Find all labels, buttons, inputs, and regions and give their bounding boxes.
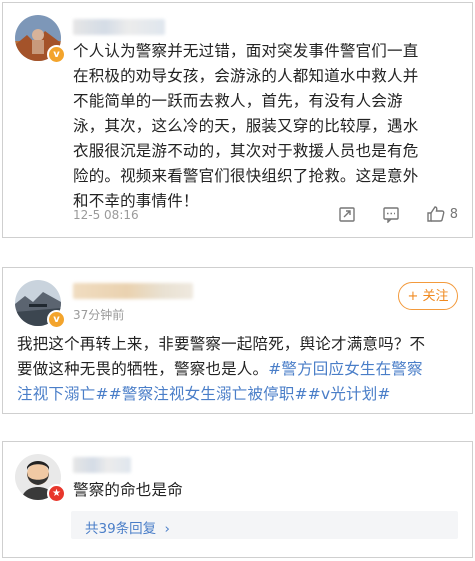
hashtag-link[interactable]: #警方回应女生在警察 — [268, 360, 423, 378]
timestamp: 12-5 08:16 — [73, 208, 139, 222]
comment-card-2: v 37分钟前 + 关注 我把这个再转上来，非要警察一起陪死，舆论才满意吗？不 … — [2, 267, 473, 414]
comment-card-3: ★ 警察的命也是命 共39条回复 › — [2, 441, 473, 558]
comment-line: 在积极的劝导女孩，会游泳的人都知道水中救人并 — [73, 67, 419, 85]
repost-icon[interactable] — [338, 205, 356, 223]
like-count: 8 — [449, 206, 458, 222]
comment-line: 不能简单的一跃而去救人，首先，有没有人会游 — [73, 92, 403, 110]
replies-label: 共39条回复 — [85, 521, 157, 537]
verified-badge-icon: v — [47, 45, 66, 64]
verified-badge-icon: v — [47, 310, 66, 329]
comment-icon[interactable] — [382, 205, 400, 223]
replies-link[interactable]: 共39条回复 › — [71, 511, 458, 539]
username-blurred[interactable] — [73, 283, 193, 299]
comment-card-1: v 个人认为警察并无过错，面对突发事件警官们一直 在积极的劝导女孩，会游泳的人都… — [2, 2, 473, 238]
comment-line: 衣服很沉是游不动的，其次对于救援人员也是有危 — [73, 142, 419, 160]
comment-line: 个人认为警察并无过错，面对突发事件警官们一直 — [73, 42, 419, 60]
comment-line: 险的。视频来看警官们很快组织了抢救。这是意外 — [73, 167, 419, 185]
action-bar: 8 — [338, 205, 458, 223]
follow-button[interactable]: + 关注 — [398, 282, 458, 310]
like-button[interactable]: 8 — [426, 205, 458, 223]
comment-line: 泳，其次，这么冷的天，服装又穿的比较厚，遇水 — [73, 117, 419, 135]
hashtag-link[interactable]: 注视下溺亡##警察注视女生溺亡被停职##v光计划# — [17, 382, 463, 407]
comment-line: 要做这种无畏的牺牲，警察也是人。#警方回应女生在警察 — [17, 357, 463, 382]
comment-line-text: 要做这种无畏的牺牲，警察也是人。 — [17, 360, 269, 378]
flag-badge-icon: ★ — [47, 484, 66, 503]
comment-text: 个人认为警察并无过错，面对突发事件警官们一直 在积极的劝导女孩，会游泳的人都知道… — [73, 39, 465, 214]
comment-line: 我把这个再转上来，非要警察一起陪死，舆论才满意吗？不 — [17, 335, 426, 353]
username-blurred[interactable] — [73, 457, 131, 473]
like-icon — [426, 205, 446, 223]
comment-text: 警察的命也是命 — [73, 481, 183, 499]
replies-count: 共39条回复 › — [85, 517, 170, 537]
username-blurred[interactable] — [73, 19, 165, 35]
timestamp: 37分钟前 — [73, 308, 125, 322]
comment-text: 我把这个再转上来，非要警察一起陪死，舆论才满意吗？不 要做这种无畏的牺牲，警察也… — [17, 332, 463, 407]
chevron-right-icon: › — [164, 521, 170, 537]
